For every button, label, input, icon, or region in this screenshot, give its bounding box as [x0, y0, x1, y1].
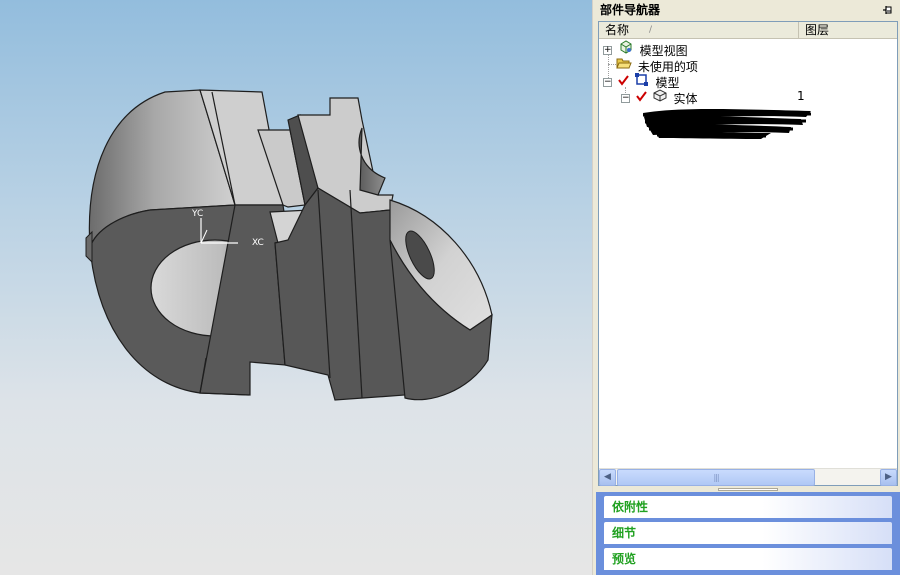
- scroll-left-arrow-icon[interactable]: ◀: [599, 469, 616, 486]
- pin-icon[interactable]: [880, 3, 894, 17]
- scroll-right-arrow-icon[interactable]: ▶: [880, 469, 897, 486]
- solid-body-icon: [653, 89, 667, 102]
- sash-grip[interactable]: [718, 488, 778, 491]
- navigator-subpanels: 依附性 细节 预览: [596, 492, 900, 575]
- navigator-title: 部件导航器: [600, 3, 661, 17]
- part-model-render[interactable]: YC XC: [0, 0, 592, 575]
- tree-item-model[interactable]: − 模型: [603, 72, 680, 90]
- column-header-name[interactable]: 名称 /: [599, 22, 799, 39]
- panel-preview[interactable]: 预览: [604, 548, 892, 570]
- panel-dependencies[interactable]: 依附性: [604, 496, 892, 518]
- collapse-icon[interactable]: −: [603, 78, 612, 87]
- wcs-x-label: XC: [252, 238, 264, 248]
- open-folder-icon: [616, 58, 632, 69]
- model-views-icon: [620, 40, 632, 54]
- tree-item-solid-body[interactable]: − 实体 1: [621, 88, 897, 106]
- horizontal-scrollbar[interactable]: ◀ ||| ▶: [599, 468, 897, 486]
- sort-indicator: /: [649, 25, 653, 35]
- checkmark-icon[interactable]: [636, 91, 647, 102]
- tree-item-layer: 1: [797, 89, 805, 103]
- wcs-y-label: YC: [191, 209, 203, 219]
- checkmark-icon[interactable]: [618, 75, 629, 86]
- expand-icon[interactable]: +: [603, 46, 612, 55]
- part-navigator: 部件导航器 名称 / 图层 + 模型视图 未使用的项 − 模型 − 实体 1 ◀…: [596, 0, 900, 575]
- navigator-tree-panel: 名称 / 图层 + 模型视图 未使用的项 − 模型 − 实体 1 ◀ ||| ▶: [598, 21, 898, 486]
- column-header-layer[interactable]: 图层: [799, 22, 897, 39]
- redacted-scribble: [642, 109, 812, 139]
- tree-item-model-views[interactable]: + 模型视图: [603, 40, 688, 58]
- graphics-viewport[interactable]: YC XC: [0, 0, 592, 575]
- scrollbar-thumb[interactable]: |||: [617, 469, 815, 486]
- collapse-icon[interactable]: −: [621, 94, 630, 103]
- panel-details[interactable]: 细节: [604, 522, 892, 544]
- column-header: 名称 / 图层: [599, 22, 897, 39]
- part-tree: + 模型视图 未使用的项 − 模型 − 实体 1: [599, 40, 897, 468]
- tree-item-unused-items[interactable]: 未使用的项: [616, 56, 698, 74]
- model-icon: [634, 73, 648, 86]
